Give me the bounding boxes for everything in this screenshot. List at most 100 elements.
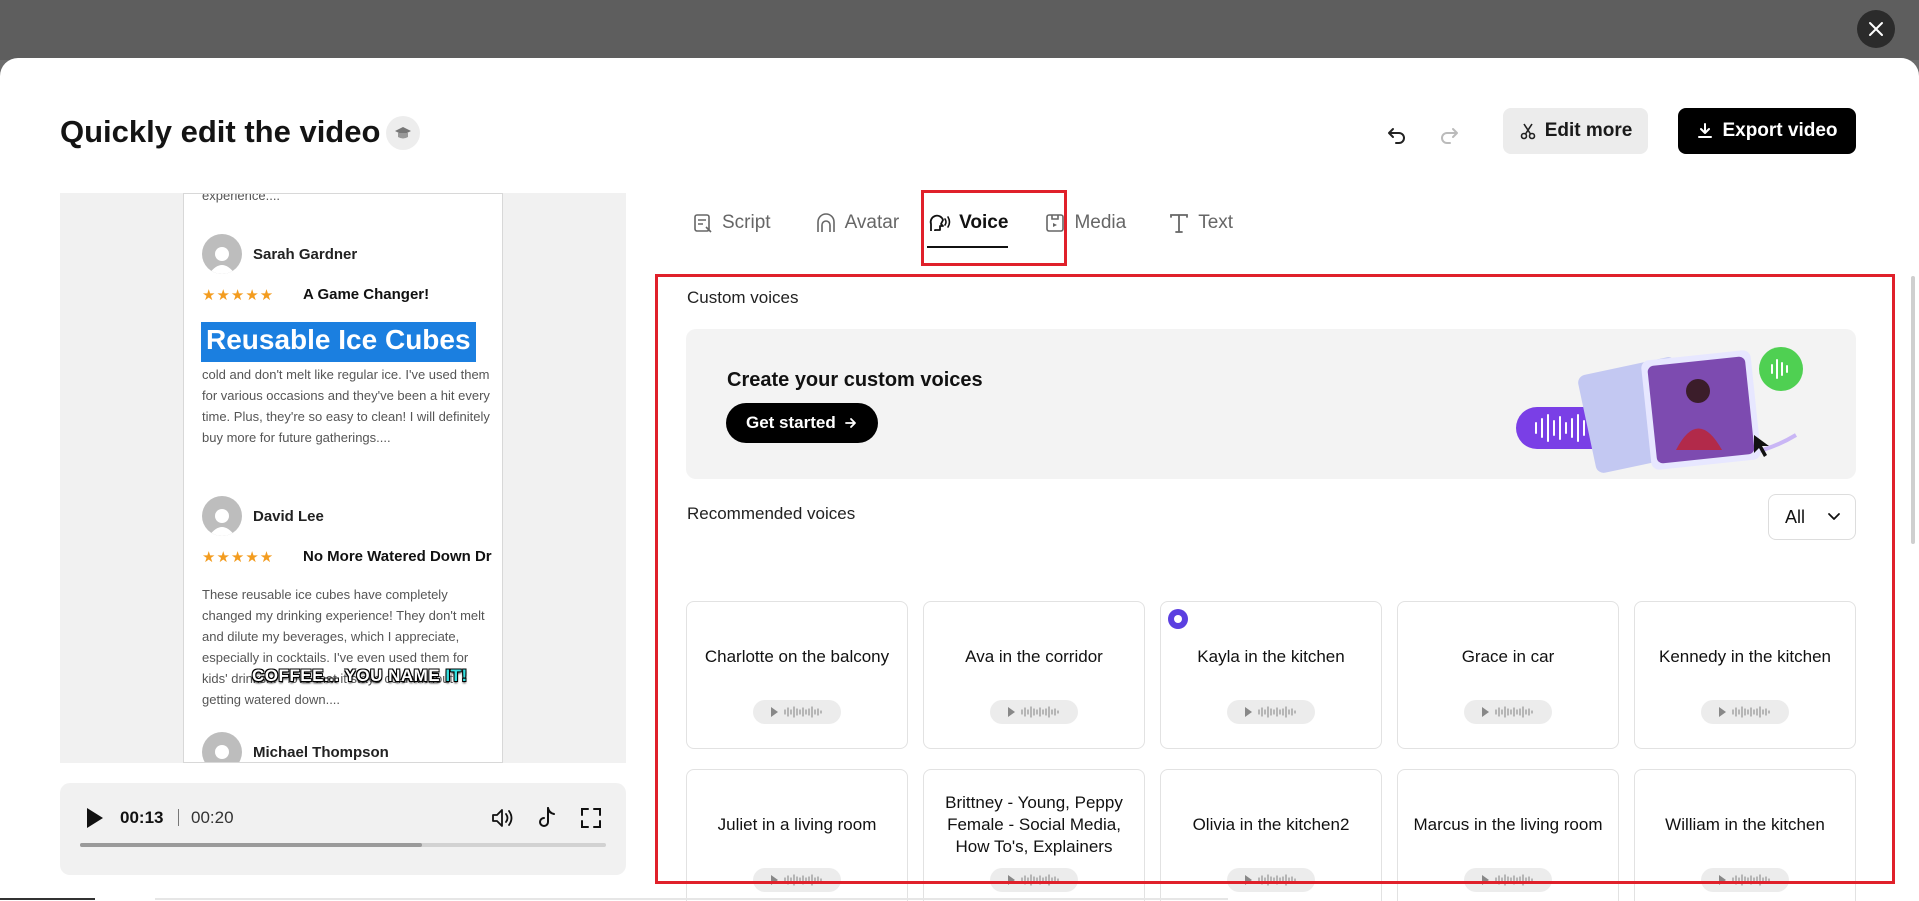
play-button[interactable] [82, 805, 106, 831]
voice-icon [929, 214, 951, 231]
review-title: A Game Changer! [303, 286, 430, 303]
voice-card[interactable]: Olivia in the kitchen2 [1160, 769, 1382, 901]
video-title-overlay: Reusable Ice Cubes [201, 322, 476, 362]
voice-filter-value: All [1785, 506, 1806, 527]
graduation-cap-icon [395, 127, 411, 139]
edit-video-modal: Quickly edit the video Edit more Export … [0, 58, 1919, 901]
voice-preview-button[interactable] [1464, 868, 1552, 892]
recommended-voices-heading: Recommended voices [687, 504, 856, 523]
get-started-button[interactable]: Get started [726, 403, 878, 443]
play-waveform-icon [1245, 874, 1296, 886]
playback-progress-bar[interactable] [80, 843, 606, 847]
voice-preview-button[interactable] [990, 868, 1078, 892]
tab-voice-label: Voice [959, 212, 1009, 233]
time-divider [178, 809, 179, 826]
video-caption: COFFEE... YOU NAME IT! [252, 666, 468, 686]
voice-card[interactable]: Kennedy in the kitchen [1634, 601, 1856, 749]
custom-voices-heading: Custom voices [687, 288, 799, 307]
download-icon [1698, 123, 1713, 138]
custom-voice-illustration [1516, 347, 1803, 473]
voice-card[interactable]: Ava in the corridor [923, 601, 1145, 749]
play-waveform-icon [1482, 874, 1533, 886]
play-waveform-icon [771, 706, 822, 718]
reviewer-name: David Lee [253, 508, 324, 525]
scissors-icon [1520, 123, 1535, 140]
tab-text[interactable]: Text [1156, 200, 1245, 246]
volume-button[interactable] [490, 805, 516, 831]
scrollbar[interactable] [1911, 276, 1915, 544]
bottom-track [155, 898, 1228, 900]
rating-stars: ★★★★★ [202, 549, 275, 566]
get-started-label: Get started [746, 413, 836, 432]
avatar [202, 732, 242, 762]
page-title: Quickly edit the video [60, 114, 381, 149]
play-waveform-icon [1245, 706, 1296, 718]
voice-preview-button[interactable] [1701, 868, 1789, 892]
undo-button[interactable] [1380, 118, 1414, 152]
media-icon [1046, 214, 1065, 232]
caption-highlight: IT! [445, 666, 468, 685]
close-icon [1869, 22, 1883, 36]
voice-card[interactable]: Marcus in the living room [1397, 769, 1619, 901]
video-frame: experience.... Sarah Gardner ★★★★★ A Gam… [183, 193, 503, 763]
undo-icon [1388, 128, 1405, 144]
voice-preview-button[interactable] [1227, 868, 1315, 892]
fullscreen-icon [581, 808, 601, 828]
edit-more-button[interactable]: Edit more [1503, 108, 1648, 154]
tiktok-preview-button[interactable] [534, 805, 560, 831]
voice-card[interactable]: Kayla in the kitchen [1160, 601, 1382, 749]
play-waveform-icon [1719, 706, 1770, 718]
avatar-icon [816, 213, 835, 232]
voice-preview-button[interactable] [753, 868, 841, 892]
recommended-voices-grid: Charlotte on the balcony Ava in the corri… [686, 601, 1856, 901]
chevron-down-icon [1828, 513, 1840, 520]
play-waveform-icon [1719, 874, 1770, 886]
video-preview[interactable]: experience.... Sarah Gardner ★★★★★ A Gam… [60, 193, 626, 763]
voice-name: Kennedy in the kitchen [1658, 647, 1831, 666]
tab-voice[interactable]: Voice [915, 200, 1020, 248]
voice-name: Charlotte on the balcony [704, 647, 890, 666]
voice-name: Olivia in the kitchen2 [1192, 815, 1350, 834]
selected-radio-icon[interactable] [1168, 609, 1188, 629]
play-waveform-icon [1008, 706, 1059, 718]
voice-name: Juliet in a living room [717, 815, 877, 834]
reviewer-name: Michael Thompson [253, 744, 389, 761]
tab-script-label: Script [722, 212, 771, 233]
review-body: cold and don't melt like regular ice. I'… [202, 367, 490, 445]
voice-card[interactable]: Juliet in a living room [686, 769, 908, 901]
tutorial-badge[interactable] [386, 116, 420, 150]
voice-preview-button[interactable] [1701, 700, 1789, 724]
video-player-controls: 00:13 00:20 [60, 783, 626, 875]
user-icon [209, 509, 235, 536]
reviewer-name: Sarah Gardner [253, 246, 358, 263]
voice-filter-dropdown[interactable]: All [1768, 494, 1856, 540]
tab-media[interactable]: Media [1032, 200, 1138, 246]
tab-avatar[interactable]: Avatar [803, 200, 912, 246]
voice-card[interactable]: Brittney - Young, Peppy Female - Social … [923, 769, 1145, 901]
user-icon [215, 745, 229, 759]
voice-preview-button[interactable] [1227, 700, 1315, 724]
tiktok-icon [539, 807, 555, 827]
tab-avatar-label: Avatar [844, 212, 900, 233]
voice-card[interactable]: Charlotte on the balcony [686, 601, 908, 749]
rating-stars: ★★★★★ [202, 287, 275, 304]
duration-time: 00:20 [191, 808, 234, 827]
export-video-label: Export video [1722, 120, 1838, 141]
fullscreen-button[interactable] [578, 805, 604, 831]
voice-preview-button[interactable] [1464, 700, 1552, 724]
voice-card[interactable]: William in the kitchen [1634, 769, 1856, 901]
script-icon [694, 214, 712, 233]
user-icon [209, 247, 235, 274]
playback-progress-fill [80, 843, 422, 847]
export-video-button[interactable]: Export video [1678, 108, 1856, 154]
voice-name: Marcus in the living room [1413, 815, 1603, 834]
voice-card[interactable]: Grace in car [1397, 601, 1619, 749]
play-icon [87, 808, 103, 828]
bottom-divider [0, 898, 95, 900]
redo-button[interactable] [1432, 118, 1466, 152]
close-modal-button[interactable] [1857, 10, 1895, 48]
voice-preview-button[interactable] [753, 700, 841, 724]
voice-name: Brittney - Young, Peppy Female - Social … [945, 793, 1123, 856]
voice-preview-button[interactable] [990, 700, 1078, 724]
tab-script[interactable]: Script [680, 200, 783, 246]
